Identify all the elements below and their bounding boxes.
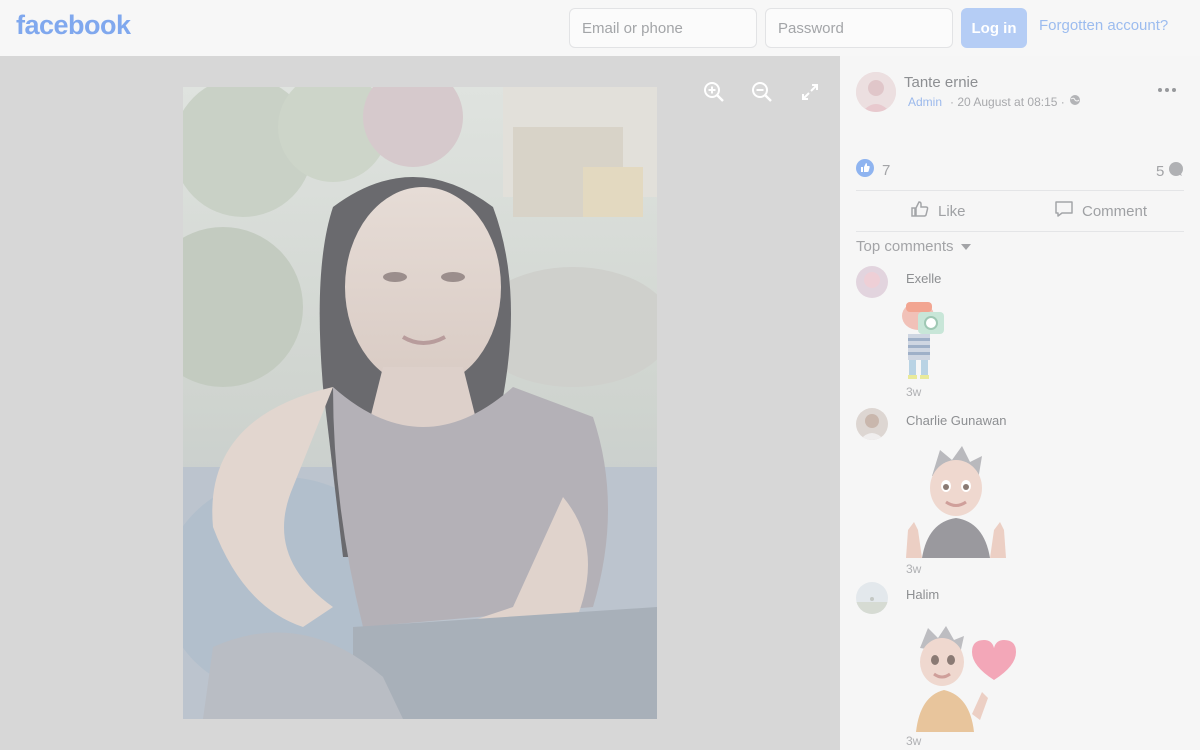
admin-badge: Admin xyxy=(908,94,943,109)
reaction-summary[interactable]: 7 xyxy=(856,159,890,181)
photo-viewer xyxy=(0,56,840,750)
zoom-in-icon[interactable] xyxy=(700,78,728,106)
fullscreen-icon[interactable] xyxy=(796,78,824,106)
commenter-name[interactable]: Halim xyxy=(906,587,939,602)
comment-timestamp[interactable]: 3w xyxy=(906,562,921,576)
login-button[interactable]: Log in xyxy=(961,8,1027,48)
woman-portrait-image xyxy=(183,87,657,719)
post-photo[interactable] xyxy=(183,87,657,719)
like-count: 7 xyxy=(882,161,891,179)
top-comments-dropdown[interactable]: Top comments xyxy=(856,238,972,255)
post-meta: Admin · 20 August at 08:15 · xyxy=(904,94,1081,109)
post-date[interactable]: · 20 August at 08:15 · xyxy=(950,95,1065,109)
like-reaction-icon xyxy=(856,159,874,181)
author-name[interactable]: Tante ernie xyxy=(904,74,978,91)
heart-avatar-sticker xyxy=(908,626,1020,737)
top-bar: facebook Log in Forgotten account? xyxy=(0,0,1200,56)
thumbs-up-avatar-sticker xyxy=(900,446,1012,563)
thumbs-up-icon xyxy=(910,199,930,223)
commenter-name[interactable]: Charlie Gunawan xyxy=(906,413,1006,428)
post-details-panel: Tante ernie Admin · 20 August at 08:15 ·… xyxy=(840,56,1200,750)
forgotten-account-link[interactable]: Forgotten account? xyxy=(1039,17,1168,34)
zoom-out-icon[interactable] xyxy=(748,78,776,106)
facebook-logo[interactable]: facebook xyxy=(16,10,131,41)
email-field[interactable] xyxy=(569,8,757,48)
comment-item: Exelle 3w xyxy=(856,266,1184,408)
divider xyxy=(856,190,1184,191)
caret-down-icon xyxy=(960,238,972,255)
password-field[interactable] xyxy=(765,8,953,48)
comment-count[interactable]: 5 xyxy=(1156,161,1184,181)
comment-button[interactable]: Comment xyxy=(1054,195,1147,227)
camera-character-sticker xyxy=(896,298,946,385)
comment-timestamp[interactable]: 3w xyxy=(906,734,921,748)
more-options-icon[interactable] xyxy=(1155,78,1179,102)
comment-item: Charlie Gunawan 3w xyxy=(856,408,1184,578)
comment-timestamp[interactable]: 3w xyxy=(906,385,921,399)
commenter-name[interactable]: Exelle xyxy=(906,271,941,286)
author-avatar[interactable] xyxy=(856,72,896,112)
comment-item: Halim 3w xyxy=(856,582,1184,750)
like-button[interactable]: Like xyxy=(910,195,966,227)
globe-icon xyxy=(1069,94,1081,109)
commenter-avatar[interactable] xyxy=(856,582,888,614)
comment-icon xyxy=(1054,199,1074,223)
divider xyxy=(856,231,1184,232)
commenter-avatar[interactable] xyxy=(856,266,888,298)
comment-bubble-icon xyxy=(1168,161,1184,181)
commenter-avatar[interactable] xyxy=(856,408,888,440)
